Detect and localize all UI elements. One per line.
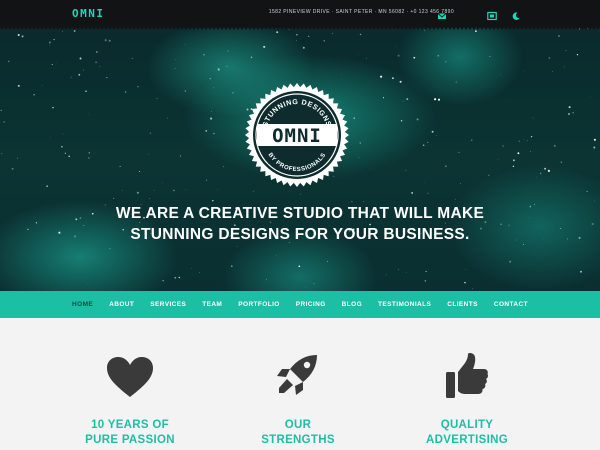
nav-services[interactable]: SERVICES — [142, 291, 194, 318]
zigzag-divider — [0, 27, 600, 30]
feature-title: QUALITY ADVERTISING — [426, 419, 508, 446]
map-icon[interactable] — [487, 8, 497, 21]
features-section: 10 YEARS OF PURE PASSION OUR STRENGTHS Q… — [0, 318, 600, 450]
envelope-icon[interactable] — [437, 8, 447, 19]
nav-clients[interactable]: CLIENTS — [439, 291, 486, 318]
nav-home[interactable]: HOME — [64, 291, 101, 318]
feature-title: 10 YEARS OF PURE PASSION — [85, 419, 175, 446]
moon-icon[interactable] — [511, 8, 521, 20]
nav-portfolio[interactable]: PORTFOLIO — [230, 291, 288, 318]
heart-icon — [107, 357, 153, 397]
nav-team[interactable]: TEAM — [194, 291, 230, 318]
nav-contact[interactable]: CONTACT — [486, 291, 536, 318]
top-bar: OMNI 1582 PINEVIEW DRIVE · SAINT PETER ·… — [0, 0, 600, 27]
thumbs-up-icon — [446, 353, 488, 398]
contact-address: 1582 PINEVIEW DRIVE · SAINT PETER · MN 5… — [268, 9, 454, 15]
main-navigation: HOME ABOUT SERVICES TEAM PORTFOLIO PRICI… — [0, 291, 600, 318]
nav-about[interactable]: ABOUT — [101, 291, 142, 318]
badge-name: OMNI — [272, 125, 322, 147]
brand-logo-text[interactable]: OMNI — [72, 7, 105, 20]
tagline-line-1: WE ARE A CREATIVE STUDIO THAT WILL MAKE — [115, 205, 485, 222]
hero-tagline: WE ARE A CREATIVE STUDIO THAT WILL MAKE … — [0, 203, 600, 245]
rocket-icon — [277, 355, 317, 395]
tagline-line-2: STUNNING DESIGNS FOR YOUR BUSINESS. — [130, 226, 470, 243]
feature-title: OUR STRENGTHS — [261, 419, 335, 446]
hero-section: STUNNING DESIGNS OMNI BY PROFESSIONALS W… — [0, 27, 600, 291]
nav-testimonials[interactable]: TESTIMONIALS — [370, 291, 439, 318]
nav-pricing[interactable]: PRICING — [288, 291, 334, 318]
nav-blog[interactable]: BLOG — [334, 291, 370, 318]
omni-badge-logo: STUNNING DESIGNS OMNI BY PROFESSIONALS — [245, 83, 349, 187]
